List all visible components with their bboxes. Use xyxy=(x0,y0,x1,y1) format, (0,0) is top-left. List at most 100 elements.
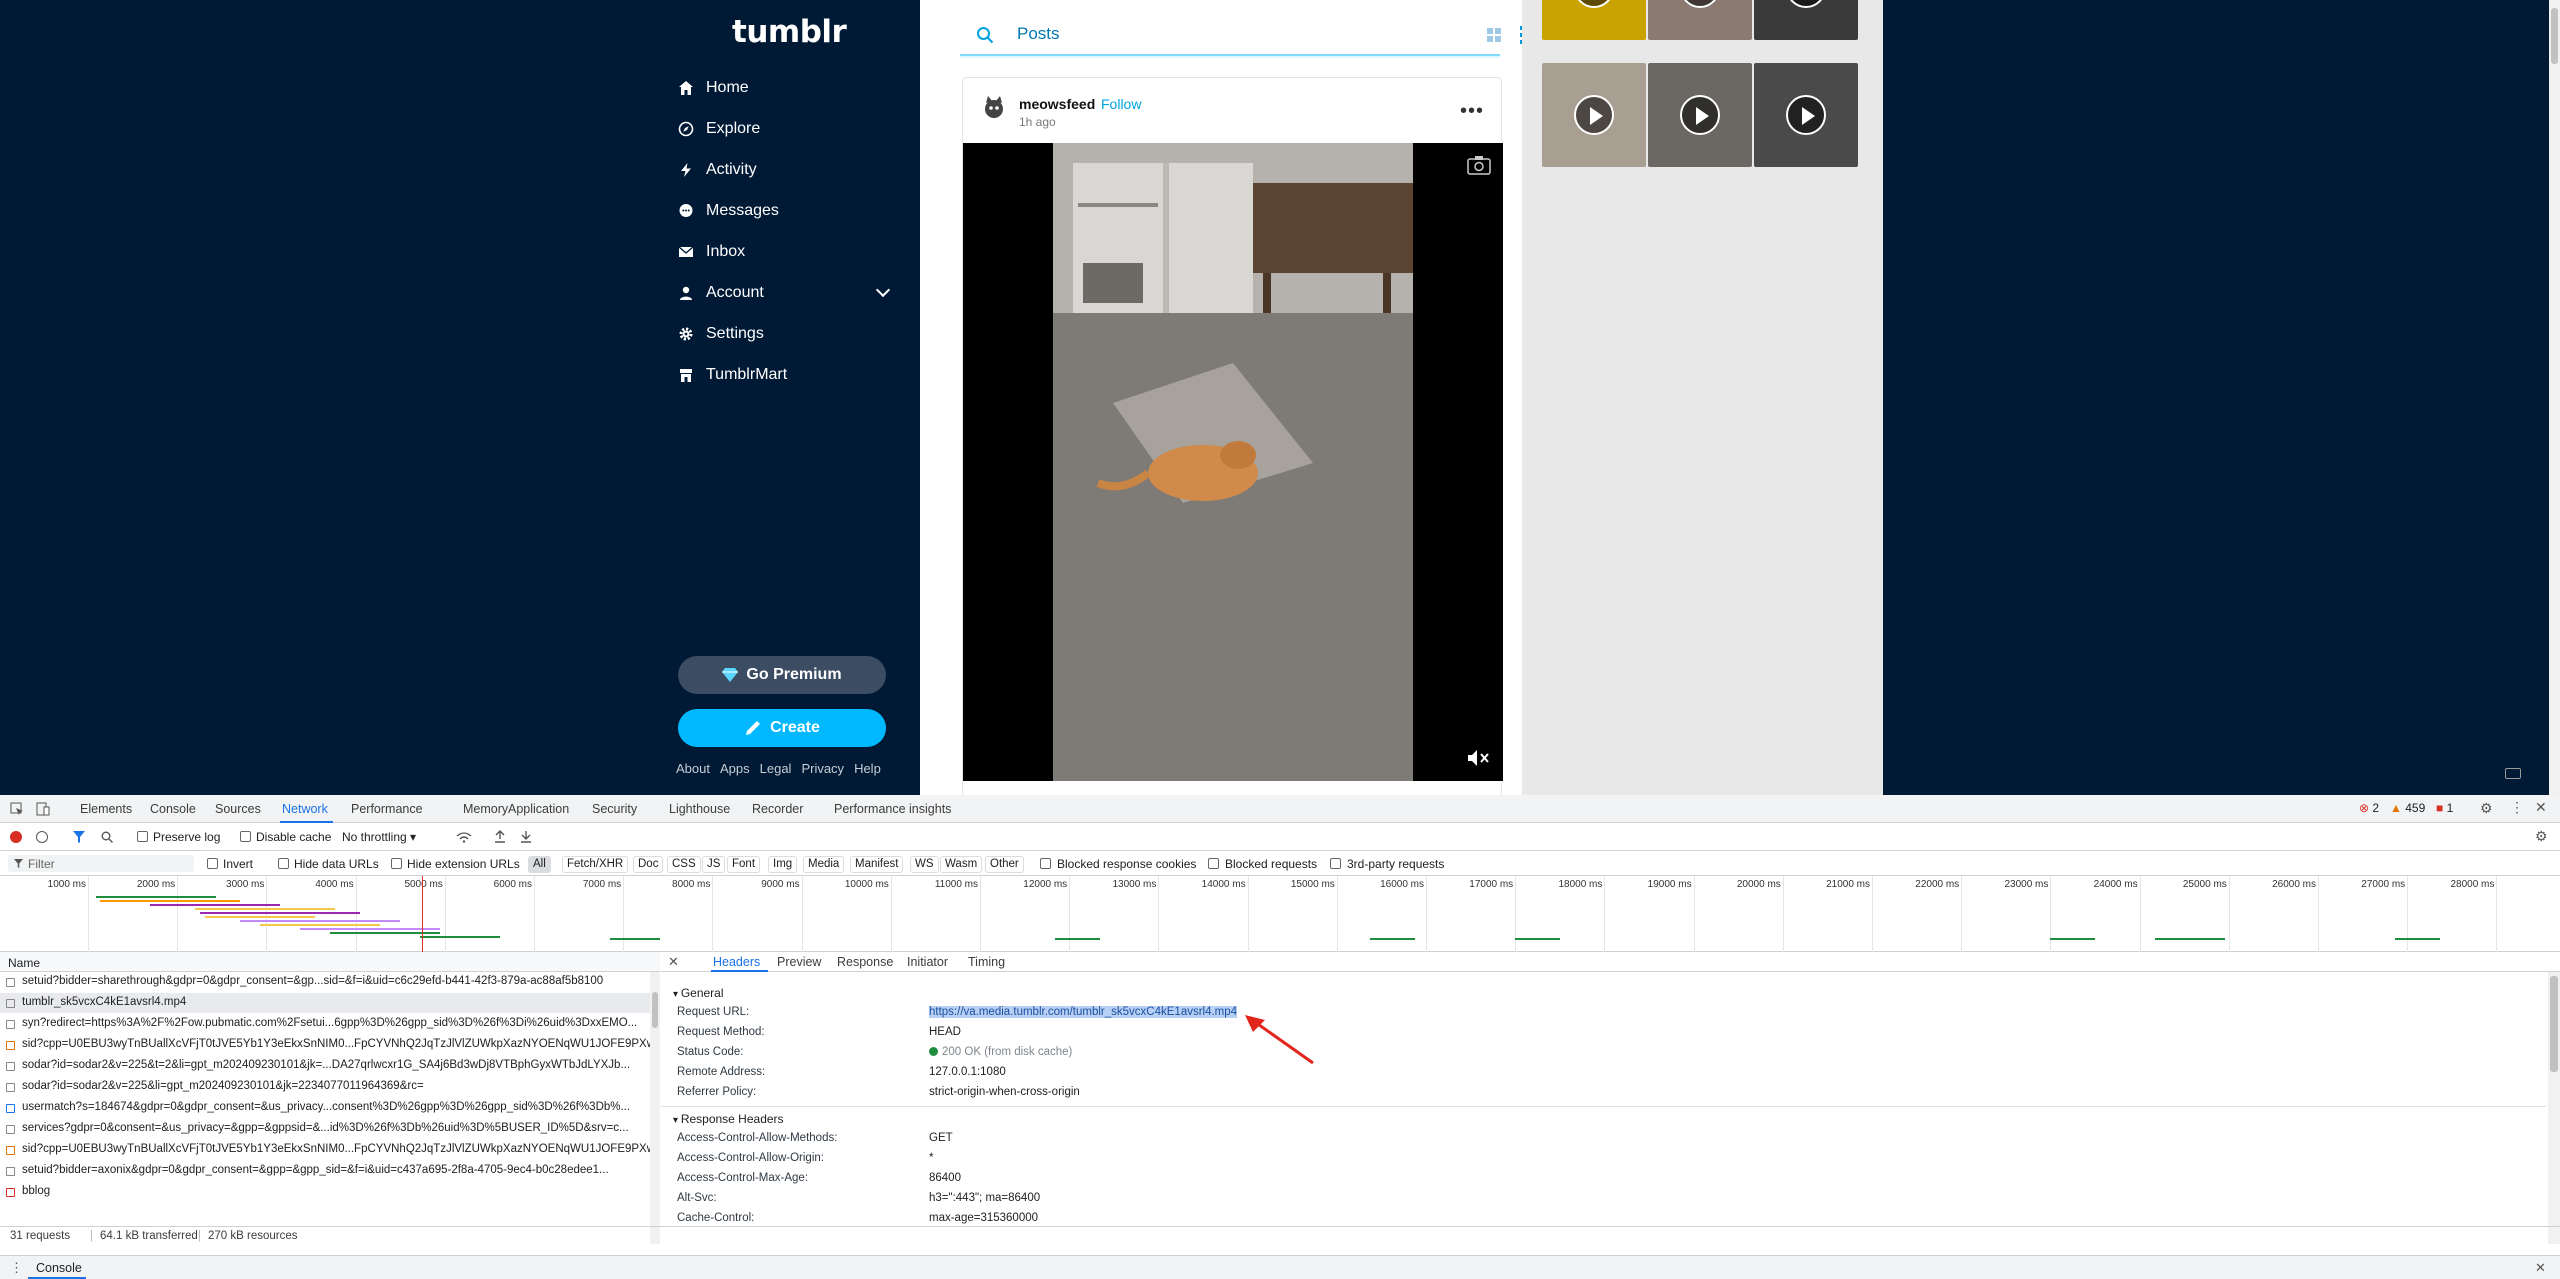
nav-settings[interactable]: Settings xyxy=(678,319,888,349)
nav-activity[interactable]: Activity xyxy=(678,155,888,185)
tab-application[interactable]: Application xyxy=(508,802,569,816)
nav-account[interactable]: Account xyxy=(678,278,891,308)
throttling-select[interactable]: No throttling ▾ xyxy=(342,830,416,844)
request-row[interactable]: sid?cpp=U0EBU3wyTnBUallXcVFjT0tJVE5Yb1Y3… xyxy=(0,1035,650,1055)
close-drawer-icon[interactable]: ✕ xyxy=(2535,1260,2546,1276)
error-count[interactable]: ⊗ 2 xyxy=(2359,801,2379,815)
camera-icon[interactable] xyxy=(1467,155,1491,175)
tab-performance-insights[interactable]: Performance insights xyxy=(834,802,951,816)
tab-initiator[interactable]: Initiator xyxy=(907,955,948,969)
nav-inbox[interactable]: Inbox xyxy=(678,237,888,267)
import-har-icon[interactable] xyxy=(494,830,506,843)
go-premium-button[interactable]: Go Premium xyxy=(678,656,886,694)
type-filter-all[interactable]: All xyxy=(528,856,551,873)
play-icon[interactable] xyxy=(1680,0,1720,8)
tab-sources[interactable]: Sources xyxy=(215,802,261,816)
issue-count[interactable]: ■ 1 xyxy=(2436,801,2453,815)
general-section-header[interactable]: General xyxy=(673,986,724,1000)
tab-performance[interactable]: Performance xyxy=(351,802,423,816)
video-player[interactable] xyxy=(963,143,1503,781)
network-overview-timeline[interactable]: 1000 ms 2000 ms 3000 ms 4000 ms 5000 ms 6000 … xyxy=(0,876,2560,952)
request-row[interactable]: tumblr_sk5vcxC4kE1avsrl4.mp4 xyxy=(0,993,650,1013)
close-details-icon[interactable]: ✕ xyxy=(668,954,679,970)
type-filter-ws[interactable]: WS xyxy=(910,856,939,873)
follow-button[interactable]: Follow xyxy=(1101,96,1141,112)
inspect-icon[interactable] xyxy=(10,802,24,816)
play-icon[interactable] xyxy=(1574,95,1614,135)
footer-link-privacy[interactable]: Privacy xyxy=(801,761,844,776)
request-row[interactable]: usermatch?s=184674&gdpr=0&gdpr_consent=&… xyxy=(0,1098,650,1118)
tab-network[interactable]: Network xyxy=(282,802,328,816)
drawer-menu-icon[interactable]: ⋮ xyxy=(10,1260,23,1276)
footer-link-apps[interactable]: Apps xyxy=(720,761,750,776)
nav-home[interactable]: Home xyxy=(678,73,888,103)
tab-recorder[interactable]: Recorder xyxy=(752,802,803,816)
record-icon[interactable] xyxy=(10,831,22,843)
chevron-down-icon[interactable] xyxy=(875,282,891,298)
page-scrollbar[interactable] xyxy=(2549,0,2560,795)
video-thumbnail[interactable] xyxy=(1648,63,1752,167)
response-headers-section-header[interactable]: Response Headers xyxy=(673,1112,784,1126)
blog-name[interactable]: meowsfeed xyxy=(1019,96,1095,112)
drawer-tab-console[interactable]: Console xyxy=(36,1261,82,1275)
nav-explore[interactable]: Explore xyxy=(678,114,888,144)
hide-extension-urls-checkbox[interactable] xyxy=(391,858,402,869)
type-filter-img[interactable]: Img xyxy=(768,856,798,873)
nav-tumblrmart[interactable]: TumblrMart xyxy=(678,360,888,390)
video-thumbnail[interactable] xyxy=(1754,63,1858,167)
tab-memory[interactable]: Memory xyxy=(463,802,508,816)
type-filter-doc[interactable]: Doc xyxy=(633,856,664,873)
video-thumbnail[interactable] xyxy=(1754,0,1858,40)
type-filter-css[interactable]: CSS xyxy=(667,856,701,873)
page-scrollbar-thumb[interactable] xyxy=(2551,8,2558,64)
keyboard-icon[interactable] xyxy=(2505,768,2521,779)
request-url-value[interactable]: https://va.media.tumblr.com/tumblr_sk5vc… xyxy=(929,1006,1238,1018)
third-party-checkbox[interactable] xyxy=(1330,858,1341,869)
more-options-icon[interactable]: ••• xyxy=(1460,100,1484,123)
device-toggle-icon[interactable] xyxy=(36,802,50,816)
filter-input[interactable]: Filter xyxy=(8,855,194,872)
avatar[interactable] xyxy=(979,92,1009,122)
type-filter-wasm[interactable]: Wasm xyxy=(940,856,983,873)
preserve-log-checkbox[interactable] xyxy=(137,831,148,842)
clear-icon[interactable] xyxy=(36,831,48,843)
create-button[interactable]: Create xyxy=(678,709,886,747)
invert-checkbox[interactable] xyxy=(207,858,218,869)
close-devtools-icon[interactable]: ✕ xyxy=(2535,799,2547,816)
details-scrollbar-thumb[interactable] xyxy=(2550,976,2558,1072)
kebab-menu-icon[interactable]: ⋮ xyxy=(2510,799,2524,816)
tab-response[interactable]: Response xyxy=(837,955,893,969)
request-row[interactable]: setuid?bidder=sharethrough&gdpr=0&gdpr_c… xyxy=(0,972,650,992)
footer-link-help[interactable]: Help xyxy=(854,761,881,776)
request-row[interactable]: services?gdpr=0&consent=&us_privacy=&gpp… xyxy=(0,1119,650,1139)
network-conditions-icon[interactable] xyxy=(456,831,472,843)
type-filter-manifest[interactable]: Manifest xyxy=(850,856,904,873)
nav-messages[interactable]: Messages xyxy=(678,196,888,226)
type-filter-font[interactable]: Font xyxy=(727,856,761,873)
search-icon[interactable] xyxy=(976,26,994,44)
requests-name-header[interactable]: Name xyxy=(0,952,660,972)
export-har-icon[interactable] xyxy=(520,830,532,843)
hide-data-urls-checkbox[interactable] xyxy=(278,858,289,869)
request-row[interactable]: syn?redirect=https%3A%2F%2Fow.pubmatic.c… xyxy=(0,1014,650,1034)
disable-cache-checkbox[interactable] xyxy=(240,831,251,842)
request-row[interactable]: sodar?id=sodar2&v=225&t=2&li=gpt_m202409… xyxy=(0,1056,650,1076)
network-settings-icon[interactable]: ⚙ xyxy=(2535,828,2548,845)
video-thumbnail[interactable] xyxy=(1648,0,1752,40)
footer-link-about[interactable]: About xyxy=(676,761,710,776)
tab-timing[interactable]: Timing xyxy=(968,955,1005,969)
type-filter-js[interactable]: JS xyxy=(702,856,726,873)
tab-elements[interactable]: Elements xyxy=(80,802,132,816)
blocked-cookies-checkbox[interactable] xyxy=(1040,858,1051,869)
grid-view-icon[interactable] xyxy=(1487,28,1501,42)
tab-posts[interactable]: Posts xyxy=(1017,24,1060,44)
play-icon[interactable] xyxy=(1680,95,1720,135)
tab-preview[interactable]: Preview xyxy=(777,955,821,969)
footer-link-legal[interactable]: Legal xyxy=(760,761,792,776)
request-row[interactable]: setuid?bidder=axonix&gdpr=0&gdpr_consent… xyxy=(0,1161,650,1181)
tab-console[interactable]: Console xyxy=(150,802,196,816)
filter-icon[interactable] xyxy=(73,831,85,843)
type-filter-fetch-xhr[interactable]: Fetch/XHR xyxy=(562,856,629,873)
mute-icon[interactable] xyxy=(1467,749,1489,767)
search-network-icon[interactable] xyxy=(101,831,113,843)
